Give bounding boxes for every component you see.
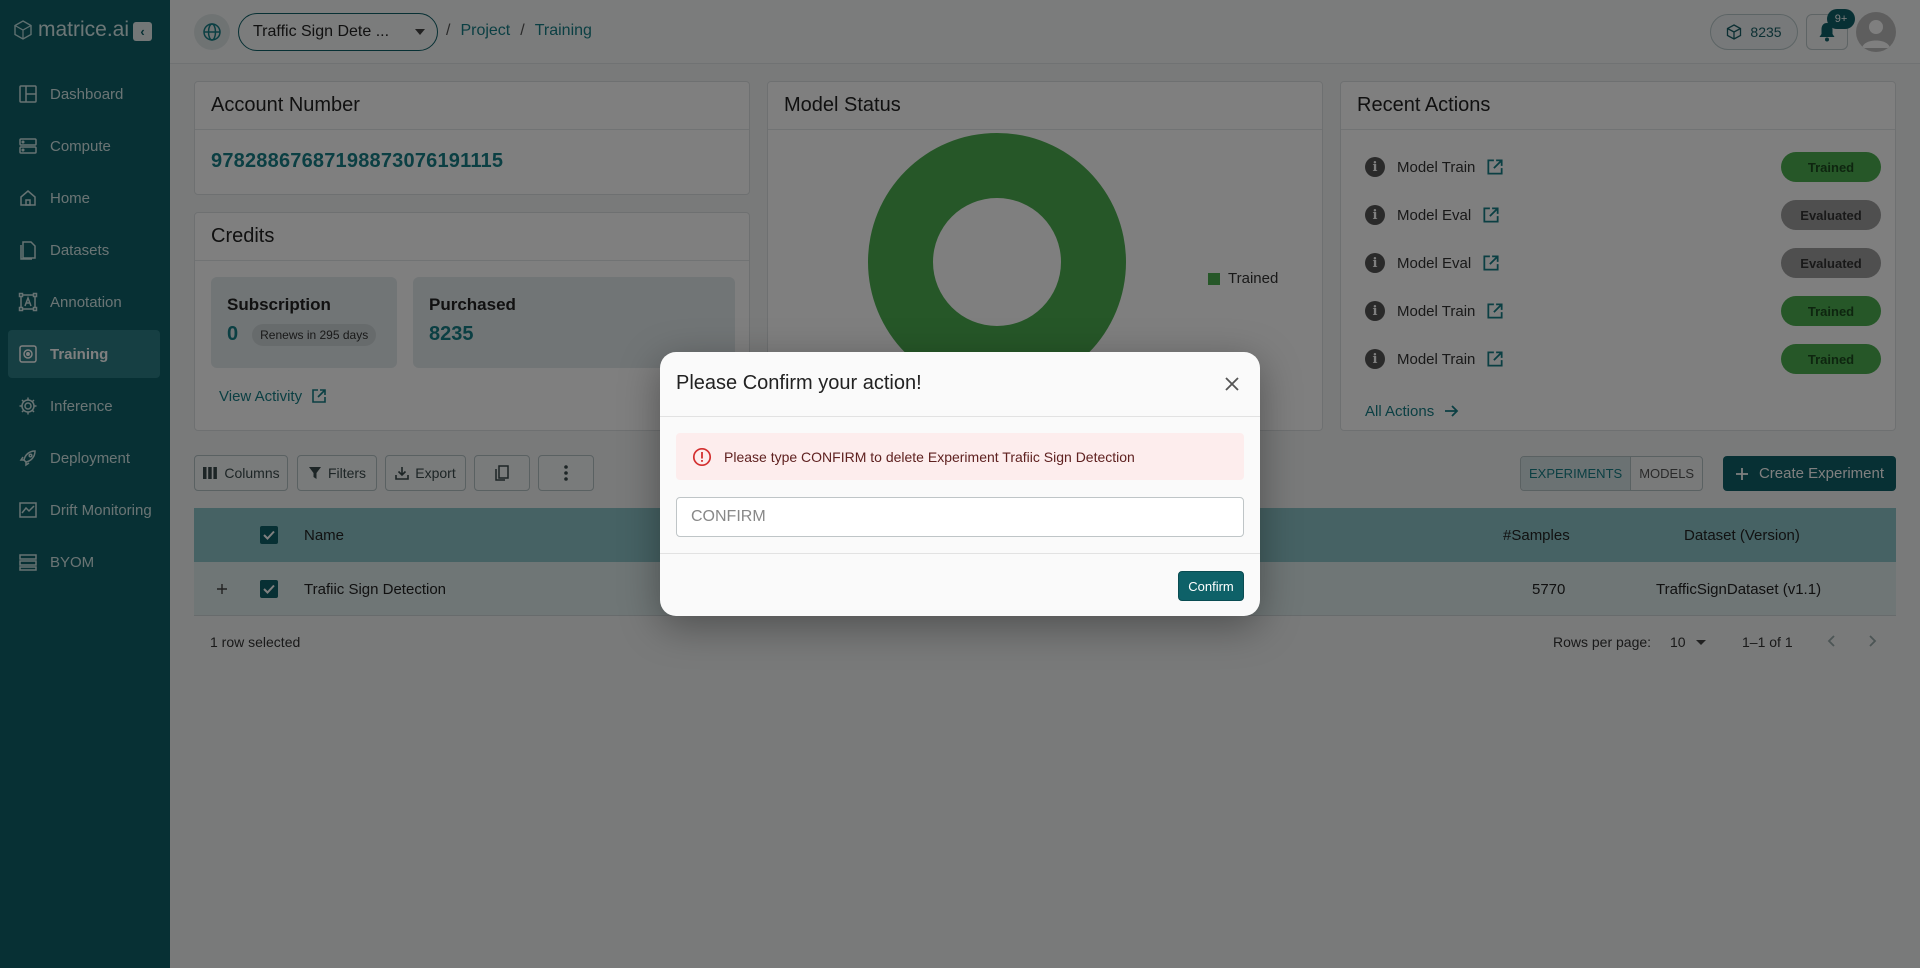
dialog-header: Please Confirm your action! [660, 352, 1260, 417]
error-icon [692, 447, 712, 466]
dialog-footer: Confirm [660, 553, 1260, 616]
close-icon[interactable] [1220, 372, 1244, 396]
alert-message: Please type CONFIRM to delete Experiment… [724, 448, 1135, 465]
confirm-dialog: Please Confirm your action! Please type … [660, 352, 1260, 616]
error-alert: Please type CONFIRM to delete Experiment… [676, 433, 1244, 480]
confirm-text-input[interactable] [676, 497, 1244, 537]
confirm-button[interactable]: Confirm [1178, 571, 1244, 601]
dialog-title: Please Confirm your action! [676, 372, 922, 394]
